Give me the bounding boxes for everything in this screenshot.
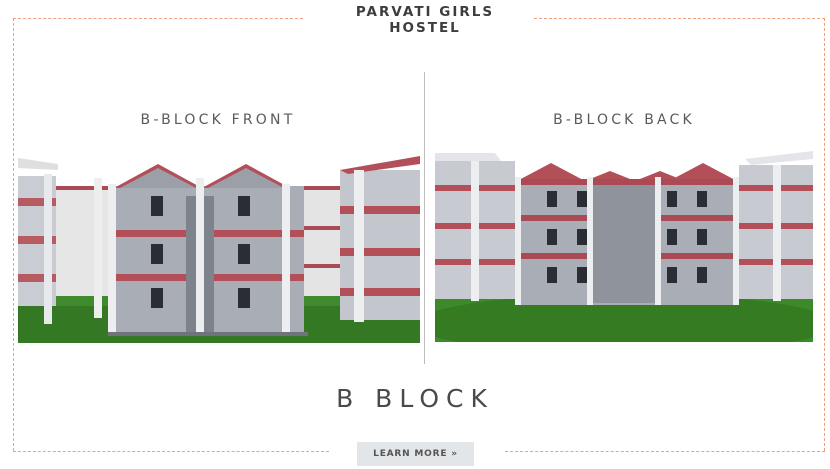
frame-border-bottom-left <box>13 451 329 452</box>
back-view-label: B-BLOCK BACK <box>553 112 695 128</box>
learn-more-button[interactable]: LEARN MORE » <box>357 442 474 466</box>
frame-border-top-left <box>13 18 303 19</box>
site-title: PARVATI GIRLS HOSTEL <box>300 4 550 36</box>
front-render-image[interactable] <box>18 156 420 343</box>
frame-border-top-right <box>534 18 825 19</box>
site-title-line-1: PARVATI GIRLS <box>355 4 495 20</box>
back-render-image[interactable] <box>435 149 813 342</box>
block-title: B BLOCK <box>336 384 494 413</box>
site-title-line-2: HOSTEL <box>389 20 461 36</box>
front-view-label: B-BLOCK FRONT <box>140 112 296 128</box>
frame-border-bottom-right <box>505 451 825 452</box>
vertical-divider <box>424 72 425 364</box>
